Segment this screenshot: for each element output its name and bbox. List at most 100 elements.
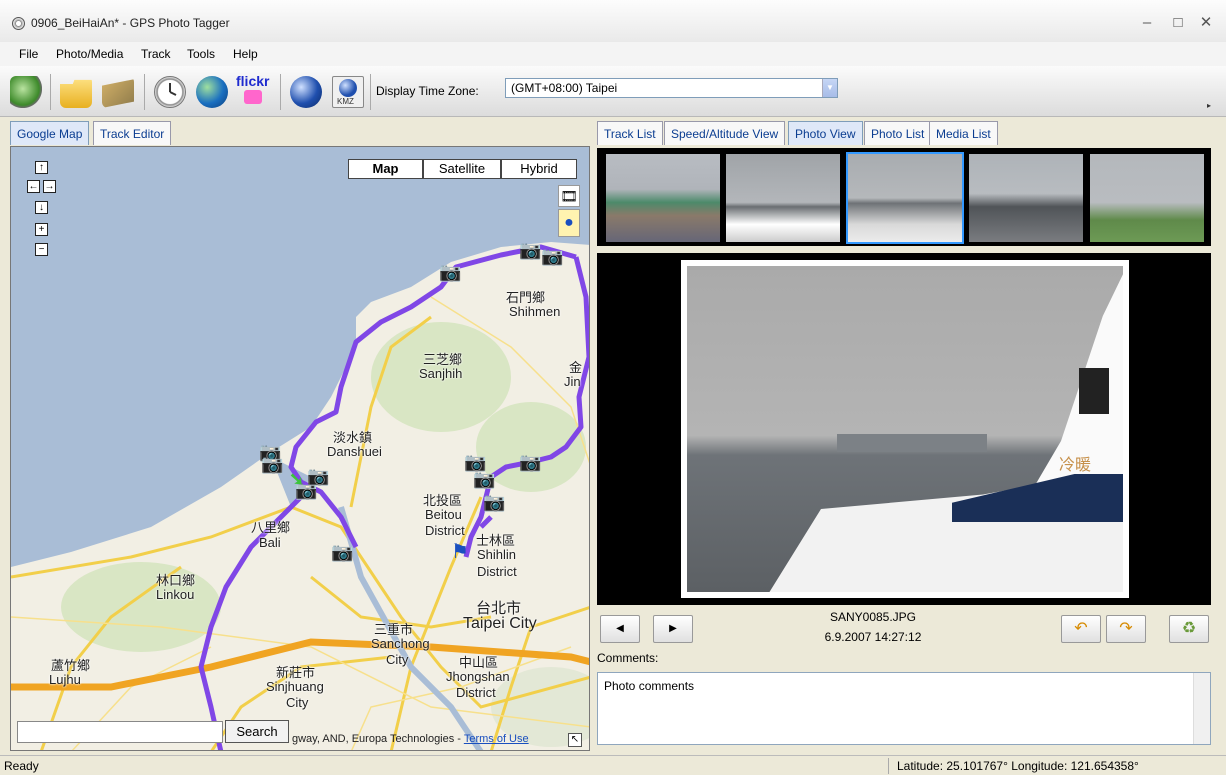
- map-attribution: gway, AND, Europa Technologies - Terms o…: [292, 733, 529, 745]
- toolbar-separator: [144, 74, 145, 110]
- toolbar-overflow-icon[interactable]: ▸: [1207, 101, 1211, 110]
- camera-icon[interactable]: 📷: [519, 453, 541, 471]
- thumbnail[interactable]: [726, 154, 840, 242]
- tab-photo-view[interactable]: Photo View: [788, 121, 863, 145]
- map-type-hybrid-button[interactable]: Hybrid: [501, 159, 577, 179]
- gps-device-icon[interactable]: [10, 76, 42, 108]
- clock-icon[interactable]: [154, 76, 186, 108]
- pan-left-icon[interactable]: ←: [27, 180, 40, 193]
- comments-label: Comments:: [597, 651, 659, 665]
- toolbar: flickr KMZ Display Time Zone: (GMT+08:00…: [0, 66, 1226, 117]
- map-label: City: [386, 652, 409, 667]
- camera-icon[interactable]: 📷: [439, 263, 461, 281]
- pan-down-icon[interactable]: ↓: [35, 201, 48, 214]
- photos-icon[interactable]: [102, 79, 134, 108]
- tab-track-list[interactable]: Track List: [597, 121, 663, 145]
- map-label: Sinjhuang: [266, 679, 324, 694]
- close-button[interactable]: ✕: [1194, 12, 1218, 34]
- location-pin-icon[interactable]: ●: [558, 209, 580, 237]
- open-folder-icon[interactable]: [60, 79, 92, 108]
- thumbnail[interactable]: [606, 154, 720, 242]
- maximize-button[interactable]: □: [1166, 12, 1190, 34]
- map-label: Danshuei: [327, 444, 382, 459]
- camera-icon[interactable]: 📷: [483, 493, 505, 511]
- toolbar-separator: [370, 74, 371, 110]
- camera-icon[interactable]: 📷: [519, 241, 541, 259]
- flickr-icon[interactable]: flickr: [236, 73, 270, 108]
- menu-photo-media[interactable]: Photo/Media: [56, 47, 123, 61]
- pan-up-icon[interactable]: ↑: [35, 161, 48, 174]
- menu-tools[interactable]: Tools: [187, 47, 215, 61]
- menu-bar: File Photo/Media Track Tools Help: [0, 42, 1226, 66]
- status-separator: [888, 758, 889, 774]
- film-icon[interactable]: 🎞: [558, 185, 580, 207]
- thumbnail-strip: [597, 148, 1211, 246]
- map-label: Shihmen: [509, 304, 561, 319]
- camera-icon[interactable]: 📷: [473, 470, 495, 488]
- zoom-out-icon[interactable]: −: [35, 243, 48, 256]
- menu-track[interactable]: Track: [141, 47, 171, 61]
- comments-scrollbar[interactable]: [1193, 673, 1210, 744]
- rotate-left-icon[interactable]: ↶: [1061, 615, 1101, 643]
- coordinates-readout: Latitude: 25.101767° Longitude: 121.6543…: [897, 759, 1139, 773]
- photo-datetime: 6.9.2007 14:27:12: [824, 630, 922, 644]
- google-earth-icon[interactable]: [290, 76, 322, 108]
- terms-link[interactable]: Terms of Use: [464, 733, 529, 745]
- map-search-button[interactable]: Search: [225, 720, 289, 743]
- map-label: Taipei City: [463, 615, 537, 632]
- map-type-satellite-button[interactable]: Satellite: [423, 159, 501, 179]
- thumbnail-selected[interactable]: [846, 152, 964, 244]
- map-label: Shihlin: [477, 547, 517, 562]
- chevron-down-icon[interactable]: ▼: [822, 79, 837, 97]
- tab-track-editor[interactable]: Track Editor: [93, 121, 172, 145]
- camera-icon[interactable]: 📷: [261, 455, 283, 473]
- menu-file[interactable]: File: [19, 47, 38, 61]
- camera-icon[interactable]: 📷: [331, 543, 353, 561]
- map-label: City: [286, 695, 309, 710]
- comments-textarea[interactable]: Photo comments: [597, 672, 1211, 745]
- camera-icon[interactable]: 📷: [541, 247, 563, 265]
- status-text: Ready: [4, 759, 39, 773]
- comments-text: Photo comments: [604, 679, 695, 693]
- photo-boat-light: [1079, 368, 1109, 414]
- zoom-in-icon[interactable]: +: [35, 223, 48, 236]
- map-label: 八里鄉: [251, 520, 291, 535]
- pan-right-icon[interactable]: →: [43, 180, 56, 193]
- tab-google-map[interactable]: Google Map: [10, 121, 90, 145]
- timezone-label: Display Time Zone:: [376, 84, 479, 98]
- toolbar-separator: [280, 74, 281, 110]
- google-map[interactable]: 石門鄉 Shihmen 三芝鄉 Sanjhih 淡水鎮 Danshuei 北投區…: [10, 146, 590, 751]
- map-label: Sanchong: [371, 636, 430, 651]
- kmz-export-icon[interactable]: KMZ: [332, 76, 364, 108]
- tab-media-list[interactable]: Media List: [929, 121, 998, 145]
- photo-skyline: [837, 434, 987, 452]
- rotate-right-icon[interactable]: ↷: [1106, 615, 1146, 643]
- photo-filename: SANY0085.JPG: [829, 610, 917, 624]
- map-type-map-button[interactable]: Map: [348, 159, 423, 179]
- flickr-label: flickr: [236, 73, 270, 89]
- status-bar: Ready Latitude: 25.101767° Longitude: 12…: [0, 755, 1226, 775]
- thumbnail[interactable]: [969, 154, 1083, 242]
- flickr-photo-shape: [244, 90, 262, 104]
- thumbnail[interactable]: [1090, 154, 1204, 242]
- current-position-arrow-icon: ➘: [289, 469, 305, 489]
- map-label: Jin: [564, 374, 581, 389]
- tab-speed-altitude-view[interactable]: Speed/Altitude View: [664, 121, 786, 145]
- next-photo-button[interactable]: ▶: [653, 615, 693, 643]
- timezone-select[interactable]: (GMT+08:00) Taipei ▼: [505, 78, 838, 98]
- menu-help[interactable]: Help: [233, 47, 258, 61]
- tab-photo-list[interactable]: Photo List: [864, 121, 932, 145]
- map-label: District: [456, 685, 496, 700]
- minimize-button[interactable]: –: [1135, 12, 1159, 34]
- globe-icon[interactable]: [196, 76, 228, 108]
- main-photo: 冷暖: [681, 260, 1129, 598]
- map-search-input[interactable]: [17, 721, 223, 743]
- previous-photo-button[interactable]: ◀: [600, 615, 640, 643]
- window-title: 0906_BeiHaiAn* - GPS Photo Tagger: [31, 16, 230, 30]
- overview-toggle-icon[interactable]: ↖: [568, 733, 582, 747]
- photo-boat-text: 冷暖: [1059, 457, 1092, 474]
- map-label: Sanjhih: [419, 366, 463, 381]
- recycle-bin-icon[interactable]: ♻: [1169, 615, 1209, 643]
- timezone-value: (GMT+08:00) Taipei: [511, 81, 618, 95]
- toolbar-separator: [50, 74, 51, 110]
